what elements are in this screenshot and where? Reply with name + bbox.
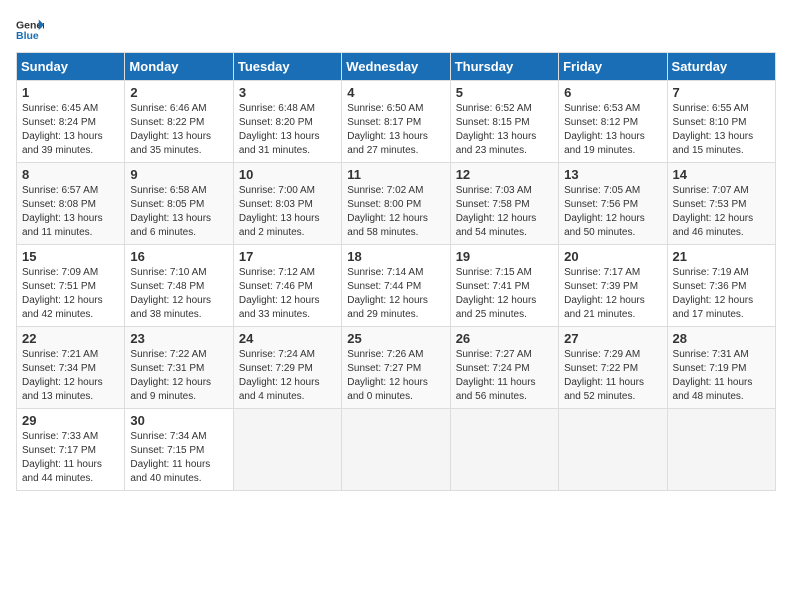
logo: General Blue xyxy=(16,16,44,44)
day-cell-13: 13Sunrise: 7:05 AMSunset: 7:56 PMDayligh… xyxy=(559,163,667,245)
day-cell-2: 2Sunrise: 6:46 AMSunset: 8:22 PMDaylight… xyxy=(125,81,233,163)
day-cell-17: 17Sunrise: 7:12 AMSunset: 7:46 PMDayligh… xyxy=(233,245,341,327)
day-cell-24: 24Sunrise: 7:24 AMSunset: 7:29 PMDayligh… xyxy=(233,327,341,409)
day-cell-20: 20Sunrise: 7:17 AMSunset: 7:39 PMDayligh… xyxy=(559,245,667,327)
day-cell-15: 15Sunrise: 7:09 AMSunset: 7:51 PMDayligh… xyxy=(17,245,125,327)
svg-text:Blue: Blue xyxy=(16,30,39,42)
day-cell-22: 22Sunrise: 7:21 AMSunset: 7:34 PMDayligh… xyxy=(17,327,125,409)
day-cell-26: 26Sunrise: 7:27 AMSunset: 7:24 PMDayligh… xyxy=(450,327,558,409)
day-cell-29: 29Sunrise: 7:33 AMSunset: 7:17 PMDayligh… xyxy=(17,409,125,491)
day-cell-9: 9Sunrise: 6:58 AMSunset: 8:05 PMDaylight… xyxy=(125,163,233,245)
day-cell-18: 18Sunrise: 7:14 AMSunset: 7:44 PMDayligh… xyxy=(342,245,450,327)
day-cell-8: 8Sunrise: 6:57 AMSunset: 8:08 PMDaylight… xyxy=(17,163,125,245)
day-cell-3: 3Sunrise: 6:48 AMSunset: 8:20 PMDaylight… xyxy=(233,81,341,163)
col-header-monday: Monday xyxy=(125,53,233,81)
col-header-sunday: Sunday xyxy=(17,53,125,81)
day-cell-19: 19Sunrise: 7:15 AMSunset: 7:41 PMDayligh… xyxy=(450,245,558,327)
day-cell-11: 11Sunrise: 7:02 AMSunset: 8:00 PMDayligh… xyxy=(342,163,450,245)
col-header-tuesday: Tuesday xyxy=(233,53,341,81)
day-cell-6: 6Sunrise: 6:53 AMSunset: 8:12 PMDaylight… xyxy=(559,81,667,163)
day-cell-4: 4Sunrise: 6:50 AMSunset: 8:17 PMDaylight… xyxy=(342,81,450,163)
week-row-5: 29Sunrise: 7:33 AMSunset: 7:17 PMDayligh… xyxy=(17,409,776,491)
empty-cell xyxy=(559,409,667,491)
empty-cell xyxy=(450,409,558,491)
col-header-wednesday: Wednesday xyxy=(342,53,450,81)
day-cell-28: 28Sunrise: 7:31 AMSunset: 7:19 PMDayligh… xyxy=(667,327,775,409)
logo-icon: General Blue xyxy=(16,16,44,44)
day-cell-10: 10Sunrise: 7:00 AMSunset: 8:03 PMDayligh… xyxy=(233,163,341,245)
week-row-2: 8Sunrise: 6:57 AMSunset: 8:08 PMDaylight… xyxy=(17,163,776,245)
week-row-4: 22Sunrise: 7:21 AMSunset: 7:34 PMDayligh… xyxy=(17,327,776,409)
day-cell-5: 5Sunrise: 6:52 AMSunset: 8:15 PMDaylight… xyxy=(450,81,558,163)
day-cell-27: 27Sunrise: 7:29 AMSunset: 7:22 PMDayligh… xyxy=(559,327,667,409)
day-cell-1: 1Sunrise: 6:45 AMSunset: 8:24 PMDaylight… xyxy=(17,81,125,163)
empty-cell xyxy=(667,409,775,491)
day-cell-21: 21Sunrise: 7:19 AMSunset: 7:36 PMDayligh… xyxy=(667,245,775,327)
col-header-thursday: Thursday xyxy=(450,53,558,81)
col-header-saturday: Saturday xyxy=(667,53,775,81)
day-cell-12: 12Sunrise: 7:03 AMSunset: 7:58 PMDayligh… xyxy=(450,163,558,245)
week-row-1: 1Sunrise: 6:45 AMSunset: 8:24 PMDaylight… xyxy=(17,81,776,163)
col-header-friday: Friday xyxy=(559,53,667,81)
calendar-table: SundayMondayTuesdayWednesdayThursdayFrid… xyxy=(16,52,776,491)
empty-cell xyxy=(342,409,450,491)
week-row-3: 15Sunrise: 7:09 AMSunset: 7:51 PMDayligh… xyxy=(17,245,776,327)
day-cell-23: 23Sunrise: 7:22 AMSunset: 7:31 PMDayligh… xyxy=(125,327,233,409)
day-cell-14: 14Sunrise: 7:07 AMSunset: 7:53 PMDayligh… xyxy=(667,163,775,245)
day-cell-7: 7Sunrise: 6:55 AMSunset: 8:10 PMDaylight… xyxy=(667,81,775,163)
day-cell-16: 16Sunrise: 7:10 AMSunset: 7:48 PMDayligh… xyxy=(125,245,233,327)
day-cell-25: 25Sunrise: 7:26 AMSunset: 7:27 PMDayligh… xyxy=(342,327,450,409)
empty-cell xyxy=(233,409,341,491)
page-header: General Blue xyxy=(16,16,776,44)
day-cell-30: 30Sunrise: 7:34 AMSunset: 7:15 PMDayligh… xyxy=(125,409,233,491)
